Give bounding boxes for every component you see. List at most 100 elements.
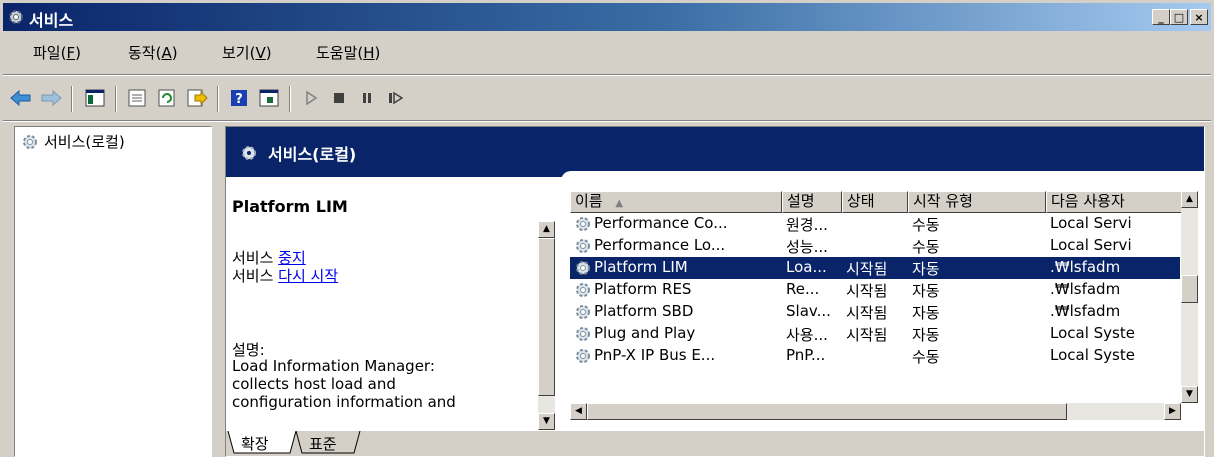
service-gear-icon xyxy=(576,327,590,341)
table-row[interactable]: Performance Lo... 성능... 수동 Local Servi xyxy=(570,235,1180,257)
back-icon[interactable] xyxy=(7,85,35,111)
pause-service-icon[interactable] xyxy=(353,85,381,111)
cell-name: Platform SBD xyxy=(594,302,694,320)
service-gear-icon xyxy=(576,283,590,297)
cell-status: 시작됨 xyxy=(846,326,888,344)
minimize-button[interactable]: _ xyxy=(1152,9,1170,25)
cell-startup: 자동 xyxy=(912,304,940,322)
start-service-icon[interactable] xyxy=(297,85,325,111)
description-line: collects host load and xyxy=(232,375,396,393)
tab-standard[interactable]: 표준 xyxy=(306,431,340,456)
sort-ascending-icon: ▲ xyxy=(615,198,624,209)
toolbar-separator xyxy=(289,86,291,112)
cell-name: Performance Lo... xyxy=(594,236,726,254)
scroll-up-arrow-icon[interactable]: ▲ xyxy=(1181,191,1198,208)
tab-extended[interactable]: 확장 xyxy=(238,431,272,456)
cell-name: Performance Co... xyxy=(594,214,728,232)
services-gear-icon xyxy=(23,134,37,149)
service-gear-icon xyxy=(576,239,590,253)
services-gear-icon xyxy=(242,146,256,160)
scroll-left-arrow-icon[interactable]: ◀ xyxy=(570,403,587,420)
services-list: 이름 ▲ 설명 상태 시작 유형 다음 사용자 Performance Co..… xyxy=(570,191,1182,419)
cell-status: 시작됨 xyxy=(846,282,888,300)
scroll-thumb[interactable] xyxy=(1181,275,1198,303)
table-row[interactable]: PnP-X IP Bus E... PnP... 수동 Local Syste xyxy=(570,345,1180,367)
scroll-right-arrow-icon[interactable]: ▶ xyxy=(1164,403,1181,420)
cell-desc: Loa... xyxy=(786,258,827,276)
title-bar[interactable]: 서비스 _ □ × xyxy=(3,3,1211,31)
cell-name: Platform RES xyxy=(594,280,692,298)
cell-desc: 원경... xyxy=(786,216,828,234)
cell-startup: 수동 xyxy=(912,216,940,234)
stop-service-icon[interactable] xyxy=(325,85,353,111)
service-gear-icon xyxy=(576,217,590,231)
tree-item-local-services[interactable]: 서비스(로컬) xyxy=(21,131,125,152)
cell-status: 시작됨 xyxy=(846,304,888,322)
cell-status: 시작됨 xyxy=(846,260,888,278)
cell-startup: 자동 xyxy=(912,326,940,344)
close-button[interactable]: × xyxy=(1190,9,1208,25)
show-hide-tree-icon[interactable] xyxy=(81,85,109,111)
cell-startup: 자동 xyxy=(912,260,940,278)
resume-service-icon[interactable] xyxy=(381,85,409,111)
forward-icon[interactable] xyxy=(37,85,65,111)
restart-service-line: 서비스 다시 시작 xyxy=(232,265,338,286)
service-details: Platform LIM 서비스 중지 서비스 다시 시작 설명: Load I… xyxy=(232,191,550,421)
column-header-startup-type[interactable]: 시작 유형 xyxy=(908,191,1046,213)
table-row[interactable]: Platform SBD Slav... 시작됨 자동 .₩lsfadm xyxy=(570,301,1180,323)
cell-logon: Local Servi xyxy=(1050,214,1132,232)
properties-icon[interactable] xyxy=(123,85,151,111)
table-row[interactable]: Platform RES Re... 시작됨 자동 .₩lsfadm xyxy=(570,279,1180,301)
table-row[interactable]: Platform LIM Loa... 시작됨 자동 .₩lsfadm xyxy=(570,257,1180,279)
export-list-icon[interactable] xyxy=(183,85,211,111)
services-window: 서비스 _ □ × 파일(F) 동작(A) 보기(V) 도움말(H) ? 서비스… xyxy=(0,0,1214,457)
description-scrollbar[interactable]: ▲ ▼ xyxy=(538,221,555,430)
column-header-description[interactable]: 설명 xyxy=(782,191,842,213)
toolbar-separator xyxy=(217,86,219,112)
console-icon[interactable] xyxy=(255,85,283,111)
scroll-down-arrow-icon[interactable]: ▼ xyxy=(538,413,555,430)
menu-view[interactable]: 보기(V) xyxy=(222,42,272,63)
column-header-name[interactable]: 이름 ▲ xyxy=(570,191,782,213)
cell-desc: Re... xyxy=(786,280,820,298)
column-header-logon-as[interactable]: 다음 사용자 xyxy=(1046,191,1182,213)
header-notch xyxy=(561,171,1204,183)
pane-title: 서비스(로컬) xyxy=(268,145,357,164)
list-horizontal-scrollbar[interactable]: ◀ ▶ xyxy=(570,403,1181,420)
window-title: 서비스 xyxy=(29,11,74,30)
services-pane: 서비스(로컬) Platform LIM 서비스 중지 서비스 다시 시작 설명… xyxy=(225,126,1205,457)
menu-action[interactable]: 동작(A) xyxy=(128,42,178,63)
list-vertical-scrollbar[interactable]: ▲ ▼ xyxy=(1181,191,1198,403)
toolbar-separator xyxy=(71,86,73,112)
cell-logon: .₩lsfadm xyxy=(1050,258,1121,276)
menu-help[interactable]: 도움말(H) xyxy=(316,42,380,63)
selected-service-name: Platform LIM xyxy=(232,197,348,216)
pane-header: 서비스(로컬) xyxy=(226,127,1204,177)
cell-startup: 수동 xyxy=(912,348,940,366)
menu-separator xyxy=(3,74,1211,76)
description-line: Load Information Manager: xyxy=(232,357,435,375)
help-icon[interactable]: ? xyxy=(225,85,253,111)
service-gear-icon xyxy=(576,261,590,275)
cell-desc: 성능... xyxy=(786,238,828,256)
toolbar-separator-line xyxy=(3,120,1211,122)
service-gear-icon xyxy=(576,305,590,319)
cell-logon: Local Syste xyxy=(1050,346,1135,364)
cell-logon: Local Syste xyxy=(1050,324,1135,342)
description-line: configuration information and xyxy=(232,393,456,411)
scroll-down-arrow-icon[interactable]: ▼ xyxy=(1181,386,1198,403)
scroll-thumb[interactable] xyxy=(538,238,555,396)
tree-pane: 서비스(로컬) xyxy=(14,126,212,457)
cell-desc: Slav... xyxy=(786,302,831,320)
table-row[interactable]: Performance Co... 원경... 수동 Local Servi xyxy=(570,213,1180,235)
maximize-button[interactable]: □ xyxy=(1170,9,1188,25)
services-gear-icon xyxy=(9,10,23,24)
scroll-up-arrow-icon[interactable]: ▲ xyxy=(538,221,555,238)
table-row[interactable]: Plug and Play 사용... 시작됨 자동 Local Syste xyxy=(570,323,1180,345)
menu-file[interactable]: 파일(F) xyxy=(33,42,81,63)
cell-logon: .₩lsfadm xyxy=(1050,302,1121,320)
scroll-thumb[interactable] xyxy=(587,403,1067,420)
refresh-icon[interactable] xyxy=(153,85,181,111)
column-header-status[interactable]: 상태 xyxy=(842,191,908,213)
restart-service-link[interactable]: 다시 시작 xyxy=(278,267,338,285)
